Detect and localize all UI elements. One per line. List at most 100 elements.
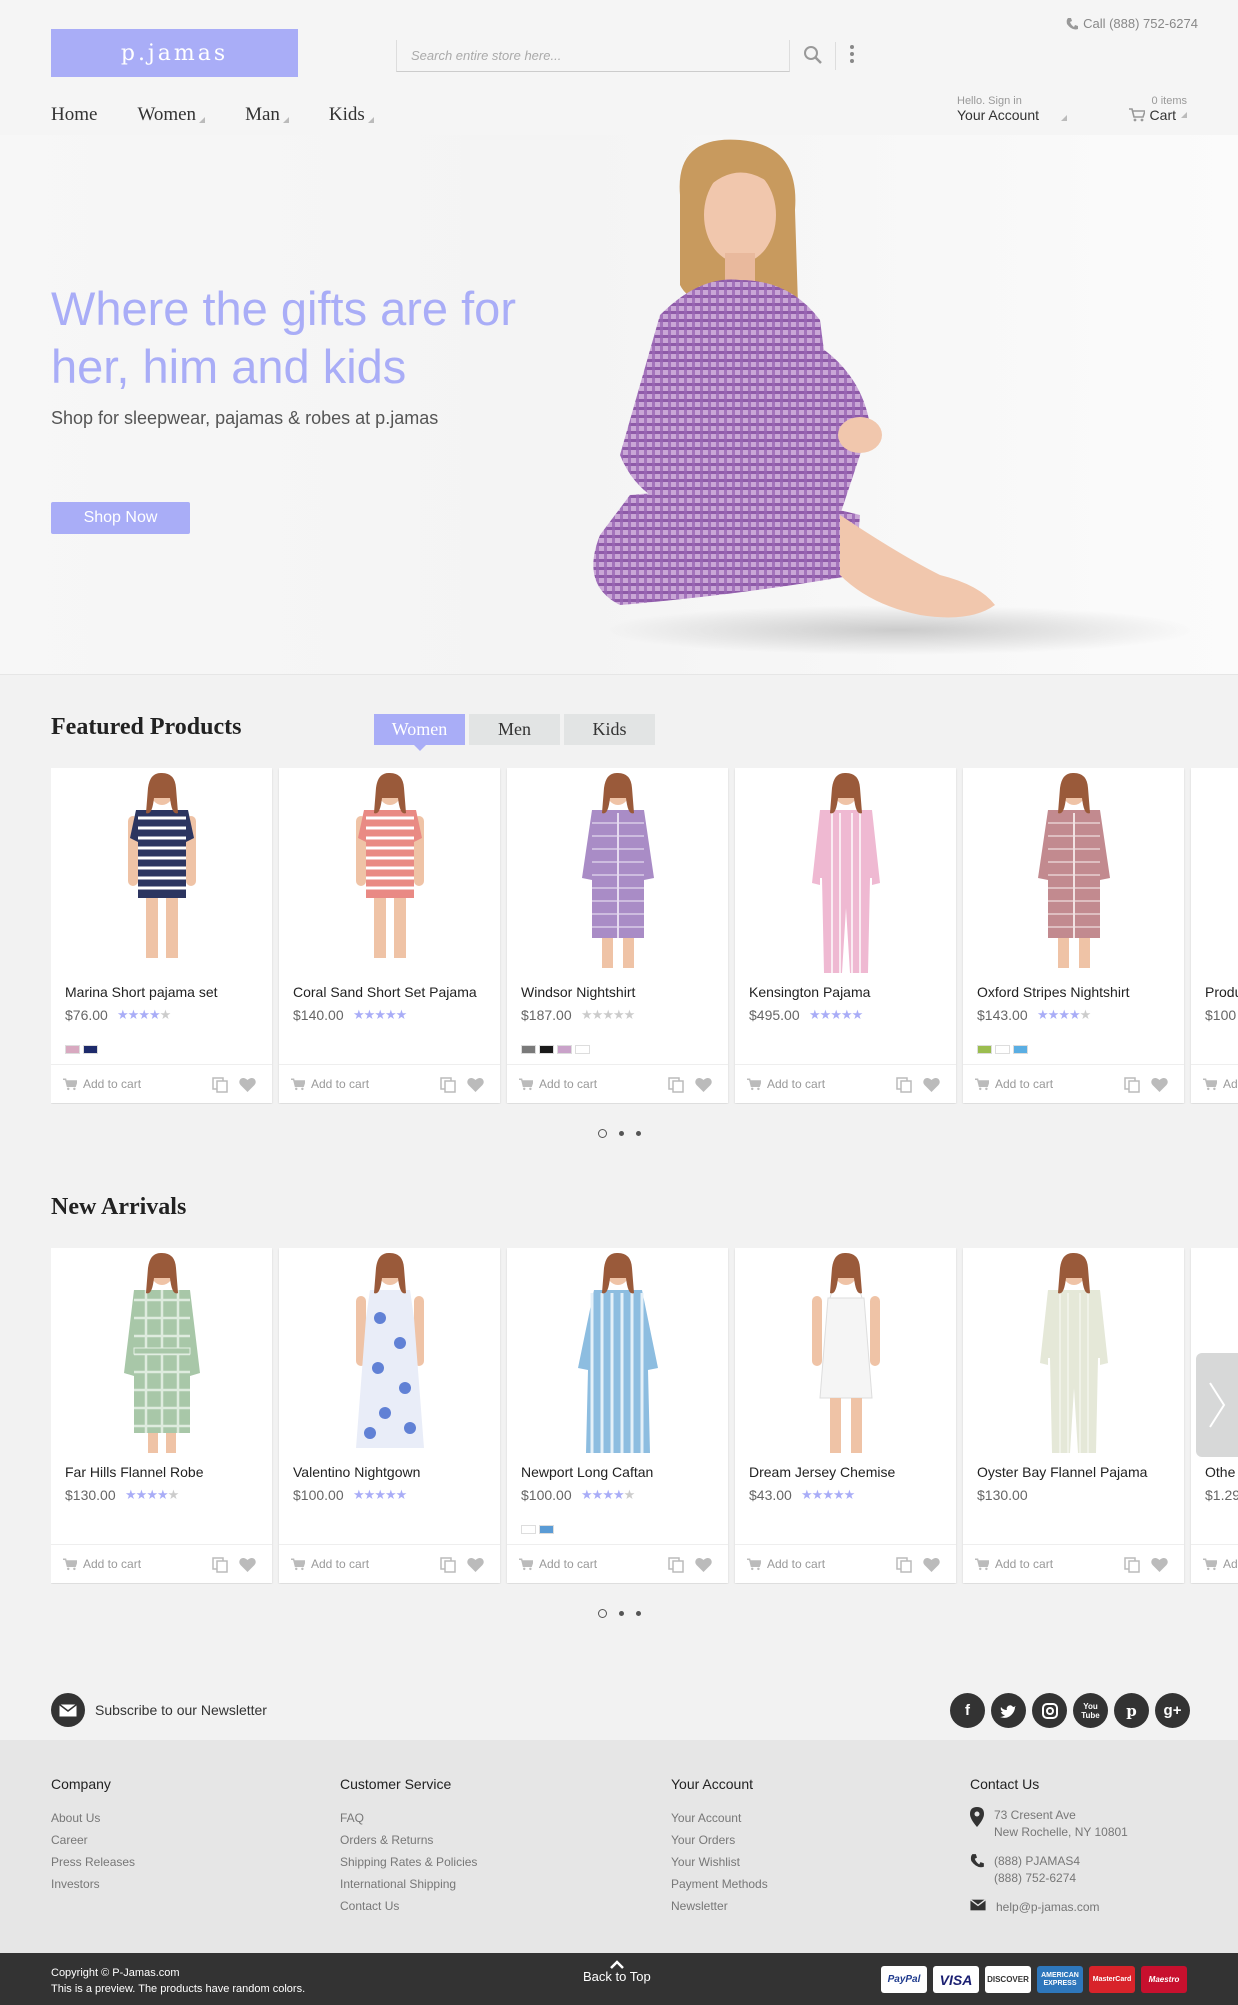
compare-icon[interactable] <box>668 1077 684 1093</box>
product-card[interactable]: Kensington Pajama $495.00 ★★★★★ Add to c… <box>735 768 956 1103</box>
pagination-dot[interactable] <box>598 1609 607 1618</box>
add-to-cart-button[interactable]: Add to cart <box>519 1077 597 1091</box>
back-to-top-button[interactable]: Back to Top <box>583 1960 651 1984</box>
footer-link[interactable]: Your Orders <box>671 1829 768 1851</box>
add-to-cart-button[interactable]: Add to cart <box>1203 1077 1238 1091</box>
heart-icon[interactable] <box>695 1077 712 1092</box>
footer-link[interactable]: Payment Methods <box>671 1873 768 1895</box>
footer-link[interactable]: Shipping Rates & Policies <box>340 1851 477 1873</box>
product-name[interactable]: Windsor Nightshirt <box>521 984 635 1000</box>
color-swatch[interactable] <box>1013 1045 1028 1054</box>
nav-kids[interactable]: Kids <box>329 104 374 126</box>
product-image[interactable] <box>963 768 1184 978</box>
color-swatch[interactable] <box>521 1525 536 1534</box>
footer-link[interactable]: Investors <box>51 1873 135 1895</box>
footer-link[interactable]: About Us <box>51 1807 135 1829</box>
heart-icon[interactable] <box>239 1077 256 1092</box>
heart-icon[interactable] <box>239 1557 256 1572</box>
compare-icon[interactable] <box>440 1557 456 1573</box>
product-name[interactable]: Coral Sand Short Set Pajama <box>293 984 477 1000</box>
color-swatch[interactable] <box>539 1045 554 1054</box>
heart-icon[interactable] <box>1151 1557 1168 1572</box>
search-input[interactable] <box>397 40 789 71</box>
product-name[interactable]: Kensington Pajama <box>749 984 870 1000</box>
heart-icon[interactable] <box>1151 1077 1168 1092</box>
pagination-dot[interactable] <box>598 1129 607 1138</box>
product-card[interactable]: Coral Sand Short Set Pajama $140.00 ★★★★… <box>279 768 500 1103</box>
pagination-dot[interactable] <box>619 1611 624 1616</box>
product-image[interactable] <box>51 1248 272 1458</box>
footer-link[interactable]: Your Account <box>671 1807 768 1829</box>
compare-icon[interactable] <box>212 1077 228 1093</box>
product-image[interactable] <box>1191 768 1238 978</box>
add-to-cart-button[interactable]: Add to cart <box>291 1077 369 1091</box>
compare-icon[interactable] <box>212 1557 228 1573</box>
product-name[interactable]: Far Hills Flannel Robe <box>65 1464 204 1480</box>
pinterest-icon[interactable]: p <box>1114 1693 1149 1728</box>
product-image[interactable] <box>735 1248 956 1458</box>
pagination-dot[interactable] <box>636 1611 641 1616</box>
color-swatch[interactable] <box>575 1045 590 1054</box>
add-to-cart-button[interactable]: Add to cart <box>747 1557 825 1571</box>
heart-icon[interactable] <box>923 1077 940 1092</box>
product-card[interactable]: Newport Long Caftan $100.00 ★★★★★ Add to… <box>507 1248 728 1583</box>
product-card[interactable]: Marina Short pajama set $76.00 ★★★★★ Add… <box>51 768 272 1103</box>
color-swatch[interactable] <box>83 1045 98 1054</box>
compare-icon[interactable] <box>896 1557 912 1573</box>
add-to-cart-button[interactable]: Add to cart <box>747 1077 825 1091</box>
pagination-dot[interactable] <box>619 1131 624 1136</box>
heart-icon[interactable] <box>923 1557 940 1572</box>
add-to-cart-button[interactable]: Add to cart <box>1203 1557 1238 1571</box>
product-image[interactable] <box>51 768 272 978</box>
footer-link[interactable]: Your Wishlist <box>671 1851 768 1873</box>
compare-icon[interactable] <box>668 1557 684 1573</box>
account-menu[interactable]: Hello. Sign in Your Account <box>957 95 1067 123</box>
product-name[interactable]: Valentino Nightgown <box>293 1464 420 1480</box>
color-swatch[interactable] <box>977 1045 992 1054</box>
google-plus-icon[interactable]: g+ <box>1155 1693 1190 1728</box>
newsletter-signup[interactable]: Subscribe to our Newsletter <box>51 1693 267 1727</box>
contact-email[interactable]: help@p-jamas.com <box>970 1899 1128 1916</box>
tab-men[interactable]: Men <box>469 714 560 745</box>
search-icon[interactable] <box>802 44 824 66</box>
product-image[interactable] <box>507 1248 728 1458</box>
nav-home[interactable]: Home <box>51 104 97 126</box>
product-name[interactable]: Newport Long Caftan <box>521 1464 653 1480</box>
footer-link[interactable]: Newsletter <box>671 1895 768 1917</box>
compare-icon[interactable] <box>440 1077 456 1093</box>
product-card[interactable]: Oxford Stripes Nightshirt $143.00 ★★★★★ … <box>963 768 1184 1103</box>
add-to-cart-button[interactable]: Add to cart <box>63 1557 141 1571</box>
add-to-cart-button[interactable]: Add to cart <box>519 1557 597 1571</box>
heart-icon[interactable] <box>695 1557 712 1572</box>
add-to-cart-button[interactable]: Add to cart <box>975 1077 1053 1091</box>
color-swatch[interactable] <box>995 1045 1010 1054</box>
product-image[interactable] <box>507 768 728 978</box>
product-card[interactable]: Far Hills Flannel Robe $130.00 ★★★★★ Add… <box>51 1248 272 1583</box>
product-image[interactable] <box>279 1248 500 1458</box>
cart-menu[interactable]: 0 items Cart <box>1125 95 1187 123</box>
twitter-icon[interactable] <box>991 1693 1026 1728</box>
carousel-next-button[interactable] <box>1196 1353 1238 1457</box>
facebook-icon[interactable]: f <box>950 1693 985 1728</box>
compare-icon[interactable] <box>1124 1557 1140 1573</box>
compare-icon[interactable] <box>896 1077 912 1093</box>
pagination-dot[interactable] <box>636 1131 641 1136</box>
product-name[interactable]: Produ <box>1205 984 1238 1000</box>
product-card[interactable]: Produ $100 Add to cart <box>1191 768 1238 1103</box>
nav-women[interactable]: Women <box>137 104 206 126</box>
product-card[interactable]: Windsor Nightshirt $187.00 ★★★★★ Add to … <box>507 768 728 1103</box>
more-options-icon[interactable] <box>848 42 856 66</box>
heart-icon[interactable] <box>467 1077 484 1092</box>
product-name[interactable]: Oxford Stripes Nightshirt <box>977 984 1130 1000</box>
color-swatch[interactable] <box>539 1525 554 1534</box>
color-swatch[interactable] <box>557 1045 572 1054</box>
product-name[interactable]: Dream Jersey Chemise <box>749 1464 895 1480</box>
youtube-icon[interactable]: You Tube <box>1073 1693 1108 1728</box>
product-card[interactable]: Oyster Bay Flannel Pajama $130.00 Add to… <box>963 1248 1184 1583</box>
footer-link[interactable]: Career <box>51 1829 135 1851</box>
footer-link[interactable]: Press Releases <box>51 1851 135 1873</box>
product-image[interactable] <box>279 768 500 978</box>
tab-kids[interactable]: Kids <box>564 714 655 745</box>
product-image[interactable] <box>963 1248 1184 1458</box>
nav-man[interactable]: Man <box>245 104 289 126</box>
